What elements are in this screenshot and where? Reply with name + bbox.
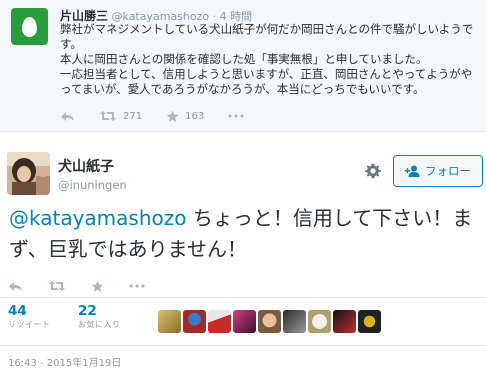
tweet-actions xyxy=(8,278,170,294)
follow-person-icon xyxy=(405,165,420,177)
favorite-button[interactable] xyxy=(91,280,104,293)
reply-icon xyxy=(9,281,22,291)
favoriters-avatars xyxy=(158,310,381,333)
retweet-icon xyxy=(49,281,65,291)
more-button[interactable] xyxy=(129,284,145,288)
favoriter-avatar[interactable] xyxy=(183,310,206,333)
favorites-count: 22 xyxy=(78,303,97,319)
settings-button[interactable] xyxy=(364,162,382,184)
follow-button[interactable]: フォロー xyxy=(393,155,483,187)
parent-tweet-line: 弊社がマネジメントしている犬山紙子が何だか岡田さんとの件で騒がしいようです。 xyxy=(60,22,474,51)
follow-button-label: フォロー xyxy=(425,164,471,178)
star-icon xyxy=(166,110,179,122)
star-icon xyxy=(91,280,104,292)
retweet-button[interactable]: 271 xyxy=(99,110,142,122)
avatar-photo xyxy=(7,152,50,195)
default-egg-avatar[interactable] xyxy=(11,8,48,45)
tweet-timestamp[interactable]: 16:43 - 2015年1月19日 xyxy=(8,354,121,369)
retweets-stat[interactable]: 44 リツイート xyxy=(8,303,51,331)
retweet-icon xyxy=(100,111,116,121)
tweet-text: @katayamashozo ちょっと！信用して下さい！まず、巨乳ではありません… xyxy=(9,203,479,265)
favorite-button[interactable]: 163 xyxy=(166,110,204,123)
egg-icon xyxy=(22,16,37,37)
favorites-label: お気に入り xyxy=(78,320,121,329)
more-icon xyxy=(129,284,145,288)
author-avatar[interactable] xyxy=(7,152,50,195)
favoriter-avatar[interactable] xyxy=(308,310,331,333)
favoriter-avatar[interactable] xyxy=(258,310,281,333)
favoriter-avatar[interactable] xyxy=(358,310,381,333)
parent-tweet-line: 本人に岡田さんとの関係を確認した処「事実無根」と申していました。 xyxy=(60,52,428,66)
retweet-count: 271 xyxy=(123,110,143,122)
favoriter-avatar[interactable] xyxy=(158,310,181,333)
reply-button[interactable] xyxy=(8,281,23,292)
favorite-count: 163 xyxy=(185,110,205,122)
gear-icon xyxy=(365,163,381,179)
parent-tweet: 片山勝三 @katayamashozo · 4 時間 弊社がマネジメントしている… xyxy=(0,0,486,132)
parent-tweet-text: 弊社がマネジメントしている犬山紙子が何だか岡田さんとの件で騒がしいようです。 本… xyxy=(60,22,478,97)
favorites-stat[interactable]: 22 お気に入り xyxy=(78,303,121,331)
parent-tweet-actions: 271 163 xyxy=(60,108,268,124)
favoriter-avatar[interactable] xyxy=(233,310,256,333)
retweet-button[interactable] xyxy=(48,280,66,292)
parent-author-name[interactable]: 片山勝三 xyxy=(60,9,108,23)
author-name[interactable]: 犬山紙子 xyxy=(58,156,114,176)
retweets-count: 44 xyxy=(8,303,27,319)
more-button[interactable] xyxy=(228,114,244,118)
divider xyxy=(0,345,486,346)
favoriter-avatar[interactable] xyxy=(333,310,356,333)
retweets-label: リツイート xyxy=(8,320,51,329)
reply-button[interactable] xyxy=(60,111,75,122)
mention-link[interactable]: @katayamashozo xyxy=(9,206,186,230)
reply-icon xyxy=(61,111,74,121)
parent-tweet-line: 一応担当者として、信用しようと思いますが、正直、岡田さんとやってようがやってまい… xyxy=(60,67,473,96)
favoriter-avatar[interactable] xyxy=(283,310,306,333)
favoriter-avatar[interactable] xyxy=(208,310,231,333)
author-handle[interactable]: @inuningen xyxy=(58,178,127,192)
more-icon xyxy=(228,114,244,118)
tweet-stats: 44 リツイート 22 お気に入り xyxy=(0,296,486,344)
